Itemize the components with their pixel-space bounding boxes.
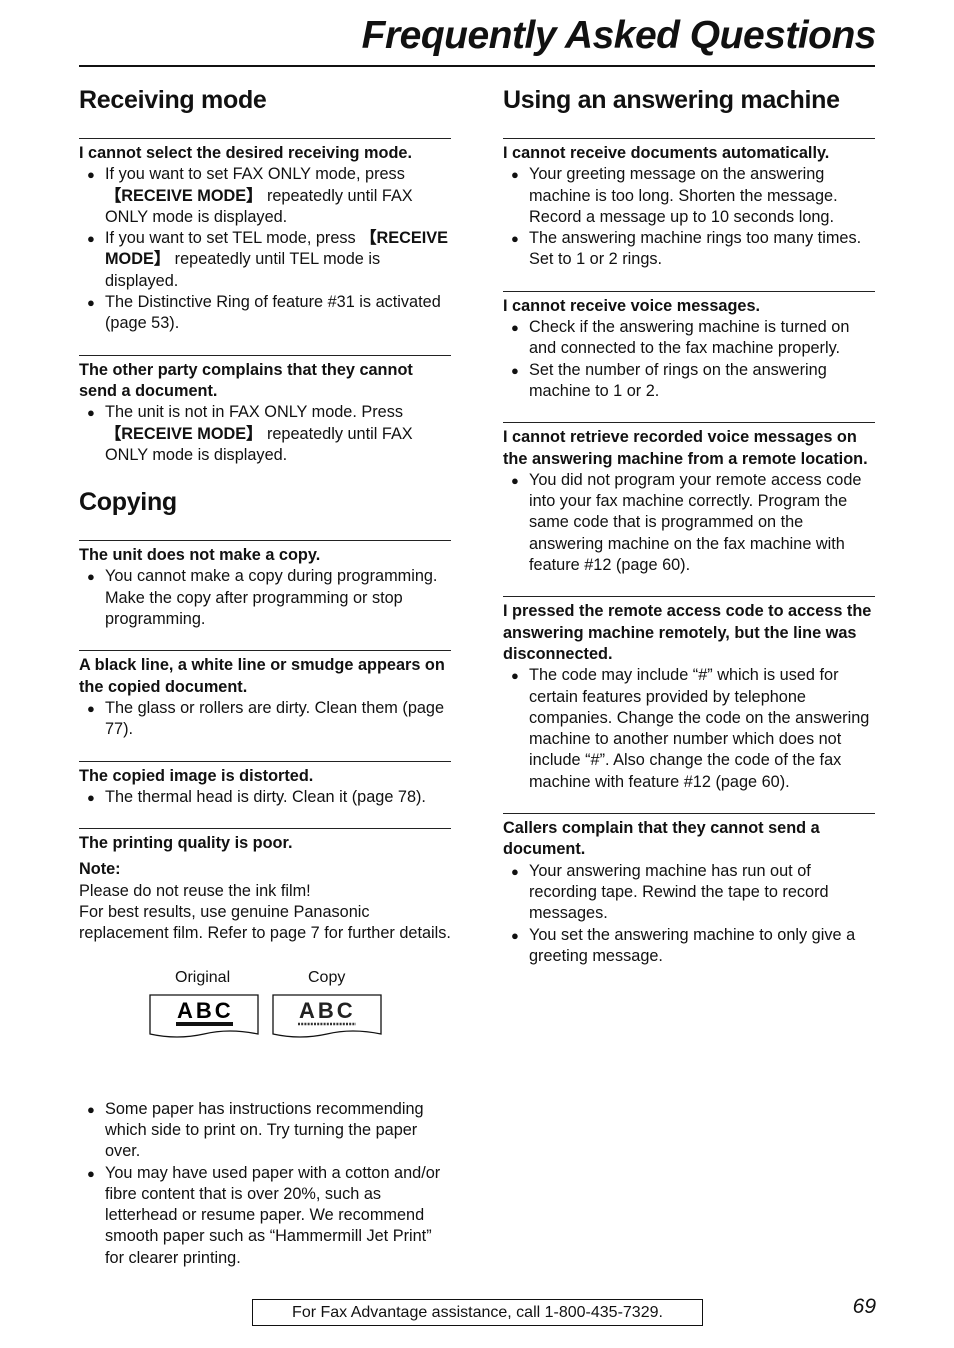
faq-question: I cannot receive voice messages. <box>503 296 761 315</box>
faq-item: The printing quality is poor. Note: Plea… <box>79 828 451 1269</box>
copy-sample-text: ABC <box>299 998 356 1023</box>
faq-answer: ● Your greeting message on the answering … <box>511 165 838 226</box>
bullet-icon: ● <box>87 405 95 421</box>
faq-answer: ● Set the number of rings on the answerin… <box>511 360 827 400</box>
faq-item: Callers complain that they cannot send a… <box>503 813 875 967</box>
faq-item: I cannot receive voice messages. ● Check … <box>503 290 875 402</box>
section-heading-receiving-mode: Receiving mode <box>79 86 267 114</box>
note-text: For best results, use genuine Panasonic … <box>79 903 451 943</box>
page-title: Frequently Asked Questions <box>361 14 877 57</box>
copy-quality-figure: Original Copy ABC ABC <box>79 959 451 1099</box>
faq-item: I cannot receive documents automatically… <box>503 138 875 271</box>
bullet-icon: ● <box>87 789 95 805</box>
bullet-icon: ● <box>87 700 95 716</box>
receive-mode-key: 【RECEIVE MODE】 <box>105 186 263 205</box>
note-label: Note: <box>79 860 121 879</box>
bullet-icon: ● <box>511 231 519 247</box>
left-column: Receiving mode I cannot select the desir… <box>79 84 451 1289</box>
bullet-icon: ● <box>511 668 519 684</box>
faq-item: I cannot select the desired receiving mo… <box>79 138 451 335</box>
faq-answer: ● Some paper has instructions recommendin… <box>87 1099 424 1161</box>
bullet-icon: ● <box>511 927 519 943</box>
faq-answer: ● You did not program your remote access … <box>511 470 862 575</box>
faq-question: Callers complain that they cannot send a… <box>503 819 820 859</box>
right-column: Using an answering machine I cannot rece… <box>503 84 875 987</box>
figure-label-original: Original <box>175 968 231 986</box>
faq-question: I pressed the remote access code to acce… <box>503 602 872 663</box>
faq-answer: ● If you want to set FAX ONLY mode, press… <box>87 165 413 226</box>
bullet-icon: ● <box>87 167 95 183</box>
section-heading-copying: Copying <box>79 488 177 517</box>
faq-question: A black line, a white line or smudge app… <box>79 656 445 696</box>
faq-answer: ● You may have used paper with a cotton a… <box>87 1163 441 1267</box>
bullet-icon: ● <box>511 320 519 336</box>
faq-answer: ● Your answering machine has run out of r… <box>511 861 829 923</box>
figure-label-copy: Copy <box>308 968 346 986</box>
faq-item: The other party complains that they cann… <box>79 354 451 466</box>
faq-item: The copied image is distorted. ● The ther… <box>79 760 451 809</box>
note-text: Please do not reuse the ink film! <box>79 881 311 900</box>
faq-question: The printing quality is poor. <box>79 834 293 853</box>
faq-answer: ● The Distinctive Ring of feature #31 is … <box>87 293 441 333</box>
faq-question: I cannot receive documents automatically… <box>503 144 830 162</box>
faq-question: The other party complains that they cann… <box>79 360 413 400</box>
faq-question: The unit does not make a copy. <box>79 546 321 565</box>
faq-answer: ● You cannot make a copy during programmi… <box>87 567 438 629</box>
title-rule <box>79 65 875 67</box>
page-number: 69 <box>852 1295 876 1318</box>
faq-answer: ● If you want to set TEL mode, press 【REC… <box>87 229 448 290</box>
bullet-icon: ● <box>511 863 519 879</box>
assistance-footer: For Fax Advantage assistance, call 1-800… <box>252 1299 703 1326</box>
faq-answer: ● The code may include “#” which is used … <box>511 666 870 791</box>
faq-item: A black line, a white line or smudge app… <box>79 650 451 740</box>
bullet-icon: ● <box>87 1101 95 1117</box>
faq-answer: ● The unit is not in FAX ONLY mode. Press… <box>87 403 413 464</box>
faq-answer: ● The glass or rollers are dirty. Clean t… <box>87 698 445 739</box>
faq-answer: ● The thermal head is dirty. Clean it (pa… <box>79 787 451 808</box>
bullet-icon: ● <box>87 569 95 585</box>
faq-item: I pressed the remote access code to acce… <box>503 596 875 793</box>
bullet-icon: ● <box>511 472 519 488</box>
copy-document-sample: ABC <box>272 993 382 1038</box>
bullet-icon: ● <box>511 167 519 183</box>
bullet-icon: ● <box>511 362 519 378</box>
faq-answer: ● Check if the answering machine is turne… <box>511 318 850 358</box>
receive-mode-key: 【RECEIVE MODE】 <box>105 424 263 443</box>
faq-question: I cannot select the desired receiving mo… <box>79 144 412 162</box>
faq-answer: ● The answering machine rings too many ti… <box>511 229 862 269</box>
original-sample-text: ABC <box>177 998 234 1023</box>
section-heading-answering-machine: Using an answering machine <box>503 86 840 114</box>
faq-question: I cannot retrieve recorded voice message… <box>503 428 868 468</box>
faq-item: The unit does not make a copy. ● You cann… <box>79 540 451 630</box>
faq-item: I cannot retrieve recorded voice message… <box>503 422 875 576</box>
original-document-sample: ABC <box>149 993 259 1038</box>
bullet-icon: ● <box>87 1165 95 1181</box>
bullet-icon: ● <box>87 295 95 311</box>
sample-documents-illustration: ABC ABC <box>149 993 382 1038</box>
bullet-icon: ● <box>87 231 95 247</box>
faq-question: The copied image is distorted. <box>79 766 314 785</box>
faq-answer: ● You set the answering machine to only g… <box>511 925 856 965</box>
